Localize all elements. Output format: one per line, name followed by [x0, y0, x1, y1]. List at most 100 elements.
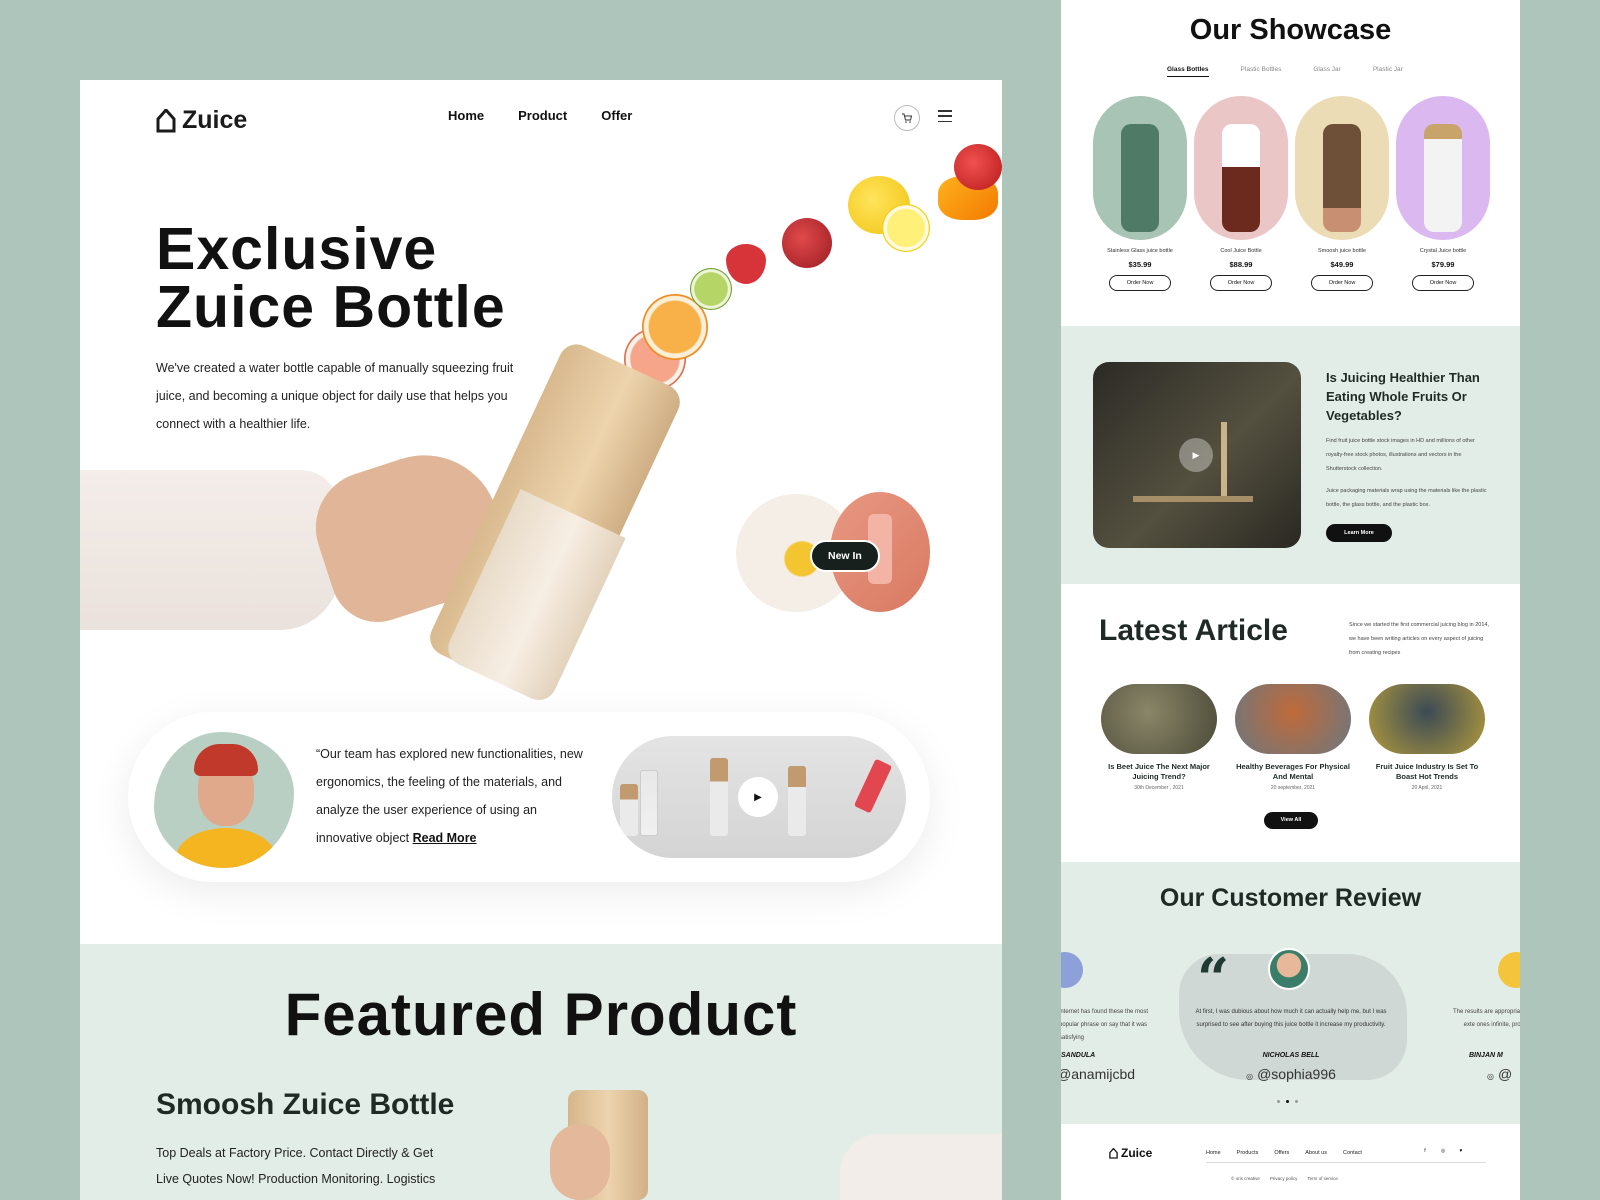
product-price: $79.99: [1431, 260, 1455, 269]
lime-slice: [690, 268, 732, 310]
featured-description: Top Deals at Factory Price. Contact Dire…: [156, 1146, 436, 1186]
product-list: Stainless Glass juice bottle $35.99 Orde…: [1093, 96, 1490, 291]
footer-social: f ◎ ♥: [1421, 1148, 1465, 1156]
product-image[interactable]: [1194, 96, 1288, 240]
blog-heading: Is Juicing Healthier Than Eating Whole F…: [1326, 370, 1480, 423]
product-card: Cool Juice Bottle $88.99 Order Now: [1194, 96, 1288, 291]
review-text: At first, I was dubious about how much i…: [1195, 1009, 1387, 1028]
footer-link-contact[interactable]: Contact: [1343, 1150, 1362, 1156]
featured-hand: [550, 1124, 610, 1200]
reviewer-handle-left: @anamijcbd: [1061, 1066, 1136, 1082]
order-now-button[interactable]: Order Now: [1311, 275, 1373, 291]
product-card: Stainless Glass juice bottle $35.99 Orde…: [1093, 96, 1187, 291]
menu-icon[interactable]: [938, 110, 952, 122]
order-now-button[interactable]: Order Now: [1109, 275, 1171, 291]
product-image[interactable]: [1295, 96, 1389, 240]
strawberry: [726, 244, 766, 284]
blog-paragraph-1: Find fruit juice bottle stock images in …: [1326, 438, 1475, 472]
tab-glass-bottles[interactable]: Glass Bottles: [1167, 66, 1209, 77]
landing-page-left: Zuice Home Product Offer Exclusive Zuice…: [80, 80, 1002, 1200]
tab-plastic-bottles[interactable]: Plastic Bottles: [1241, 66, 1282, 77]
footer-link-home[interactable]: Home: [1206, 1150, 1221, 1156]
read-more-link[interactable]: Read More: [413, 831, 477, 845]
drop-logo-icon: [1109, 1147, 1118, 1159]
product-price: $49.99: [1330, 260, 1354, 269]
reviewer-name-right: BINJAN M: [1469, 1052, 1503, 1059]
cart-button[interactable]: [894, 105, 920, 131]
product-image[interactable]: [1093, 96, 1187, 240]
instagram-icon[interactable]: ◎: [1439, 1148, 1447, 1156]
article-card[interactable]: Fruit Juice Industry Is Set To Boast Hot…: [1369, 684, 1485, 791]
logo[interactable]: Zuice: [156, 106, 247, 135]
footer-legal: © oris creative Privacy policy Term of s…: [1231, 1176, 1338, 1181]
apple: [954, 144, 1002, 190]
main-nav: Home Product Offer: [448, 108, 632, 123]
reviewer-avatar-left: [1061, 952, 1083, 988]
new-in-button[interactable]: New In: [810, 540, 880, 572]
article-title: Is Beet Juice The Next Major Juicing Tre…: [1108, 762, 1210, 781]
tab-glass-jar[interactable]: Glass Jar: [1313, 66, 1340, 77]
footer: Zuice Home Products Offers About us Cont…: [1061, 1124, 1520, 1200]
blog-section: ▶ Is Juicing Healthier Than Eating Whole…: [1061, 326, 1520, 584]
product-video[interactable]: ▶: [612, 736, 906, 858]
product-card: Crystal Juice bottle $79.99 Order Now: [1396, 96, 1490, 291]
new-in-promo[interactable]: New In: [736, 492, 934, 612]
articles-intro: Since we started the first commercial ju…: [1349, 622, 1490, 656]
product-name: Smoosh juice bottle: [1318, 248, 1366, 254]
reviewer-handle-right: ◎ @: [1487, 1066, 1513, 1082]
hero-title-line-2: Zuice Bottle: [156, 274, 506, 340]
heart-icon[interactable]: ♥: [1457, 1148, 1465, 1156]
footer-link-about[interactable]: About us: [1305, 1150, 1327, 1156]
nav-home[interactable]: Home: [448, 108, 484, 123]
featured-product-name: Smoosh Zuice Bottle: [156, 1088, 455, 1121]
reviewer-name-left: SANDULA: [1061, 1052, 1096, 1059]
article-card[interactable]: Is Beet Juice The Next Major Juicing Tre…: [1101, 684, 1217, 791]
nav-product[interactable]: Product: [518, 108, 567, 123]
article-image: [1101, 684, 1217, 754]
review-title: Our Customer Review: [1159, 884, 1422, 912]
play-icon[interactable]: ▶: [1179, 438, 1213, 472]
footer-link-products[interactable]: Products: [1237, 1150, 1259, 1156]
terms-link[interactable]: Term of service: [1307, 1176, 1338, 1181]
facebook-icon[interactable]: f: [1421, 1148, 1429, 1156]
article-list: Is Beet Juice The Next Major Juicing Tre…: [1101, 684, 1485, 791]
review-text-left: internet has found these the most popula…: [1061, 1009, 1149, 1041]
product-name: Stainless Glass juice bottle: [1107, 248, 1173, 254]
view-all-button[interactable]: View All: [1264, 812, 1318, 829]
drop-logo-icon: [156, 108, 176, 132]
nav-offer[interactable]: Offer: [601, 108, 632, 123]
play-icon[interactable]: ▶: [738, 777, 778, 817]
blog-video[interactable]: ▶: [1093, 362, 1301, 548]
sleeve-arm: [80, 470, 340, 630]
carousel-dots[interactable]: [1277, 1100, 1298, 1103]
blog-paragraph-2: Juice packaging materials wrap using the…: [1326, 488, 1487, 508]
article-title: Fruit Juice Industry Is Set To Boast Hot…: [1375, 762, 1479, 781]
article-image: [1369, 684, 1485, 754]
lemon-slice: [882, 204, 930, 252]
product-price: $88.99: [1229, 260, 1253, 269]
logo-text: Zuice: [182, 106, 248, 134]
footer-divider: [1206, 1162, 1486, 1163]
product-image[interactable]: [1396, 96, 1490, 240]
featured-sleeve: [840, 1134, 1002, 1200]
footer-logo[interactable]: Zuice: [1109, 1146, 1152, 1160]
footer-link-offers[interactable]: Offers: [1274, 1150, 1289, 1156]
review-text-right: The results are appropriate exte ones in…: [1452, 1009, 1520, 1028]
hero-description: We've created a water bottle capable of …: [156, 361, 514, 431]
privacy-link[interactable]: Privacy policy: [1270, 1176, 1298, 1181]
product-card: Smoosh juice bottle $49.99 Order Now: [1295, 96, 1389, 291]
article-card[interactable]: Healthy Beverages For Physical And Menta…: [1235, 684, 1351, 791]
cart-icon: [902, 113, 913, 123]
product-name: Crystal Juice bottle: [1419, 248, 1467, 254]
article-date: 20 september, 2021: [1270, 785, 1316, 791]
showcase-title: Our Showcase: [1189, 14, 1392, 46]
instagram-icon: ◎: [1487, 1072, 1494, 1081]
order-now-button[interactable]: Order Now: [1412, 275, 1474, 291]
reviewer-avatar-right: [1498, 952, 1520, 988]
avatar: [154, 732, 294, 868]
quote-mark-icon: “: [1197, 946, 1230, 1012]
learn-more-button[interactable]: Learn More: [1326, 524, 1392, 542]
article-date: 30th December , 2021: [1134, 785, 1184, 791]
tab-plastic-jar[interactable]: Plastic Jar: [1373, 66, 1403, 77]
order-now-button[interactable]: Order Now: [1210, 275, 1272, 291]
